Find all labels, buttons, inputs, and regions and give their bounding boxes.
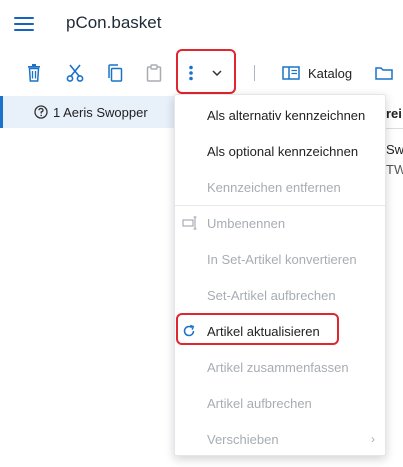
folder-icon (375, 67, 393, 80)
catalog-book-icon (282, 66, 300, 80)
menu-item-merge-articles[interactable]: Artikel zusammenfassen (175, 349, 385, 385)
app-title: pCon.basket (66, 13, 162, 32)
katalog-label: Katalog (308, 65, 353, 81)
detail-value: Sw (386, 142, 403, 157)
menu-item-label: Set-Artikel aufbrechen (207, 288, 336, 303)
menu-item-mark-alternative[interactable]: Als alternativ kennzeichnen (175, 97, 385, 133)
toolbar-separator (254, 65, 255, 81)
katalog-button[interactable]: Katalog (282, 60, 362, 86)
clipboard-icon (146, 64, 162, 82)
more-options-menu: Als alternativ kennzeichnen Als optional… (174, 94, 386, 456)
menu-item-label: Artikel zusammenfassen (207, 360, 349, 375)
detail-column-header: rei (386, 106, 402, 121)
hamburger-menu-icon[interactable] (14, 16, 34, 32)
app-header: pCon.basket (0, 0, 403, 50)
menu-item-move[interactable]: Verschieben › (175, 421, 385, 457)
menu-item-label: Als alternativ kennzeichnen (207, 108, 366, 123)
tree-item-label: 1 Aeris Swopper (53, 105, 148, 120)
menu-item-remove-mark[interactable]: Kennzeichen entfernen (175, 169, 385, 205)
folder-button[interactable] (374, 60, 394, 86)
cut-button[interactable] (64, 60, 86, 86)
menu-item-label: Verschieben (207, 432, 279, 447)
rename-icon (182, 216, 197, 230)
paste-button[interactable] (143, 60, 165, 86)
selection-indicator (0, 96, 3, 128)
trash-icon (28, 64, 40, 82)
menu-item-label: Kennzeichen entfernen (207, 180, 341, 195)
refresh-icon (183, 324, 195, 337)
menu-item-label: Artikel aufbrechen (207, 396, 312, 411)
menu-item-break-set[interactable]: Set-Artikel aufbrechen (175, 277, 385, 313)
copy-button[interactable] (104, 60, 126, 86)
menu-item-mark-optional[interactable]: Als optional kennzeichnen (175, 133, 385, 169)
question-circle-icon (34, 105, 48, 119)
copy-icon (108, 64, 123, 82)
menu-item-convert-set[interactable]: In Set-Artikel konvertieren (175, 241, 385, 277)
detail-divider (384, 128, 403, 129)
scissors-icon (66, 64, 84, 82)
menu-item-label: Umbenennen (207, 216, 286, 231)
detail-value: TW (386, 162, 403, 177)
menu-item-label: Als optional kennzeichnen (207, 144, 359, 159)
menu-item-update-article[interactable]: Artikel aktualisieren (175, 313, 385, 349)
delete-button[interactable] (24, 60, 44, 86)
menu-item-label: Artikel aktualisieren (207, 324, 320, 339)
menu-item-rename[interactable]: Umbenennen (175, 205, 385, 241)
menu-item-label: In Set-Artikel konvertieren (207, 252, 357, 267)
chevron-right-icon: › (371, 432, 375, 446)
menu-item-split-article[interactable]: Artikel aufbrechen (175, 385, 385, 421)
detail-panel: rei Sw TW (384, 96, 403, 467)
more-options-highlight (176, 49, 236, 94)
